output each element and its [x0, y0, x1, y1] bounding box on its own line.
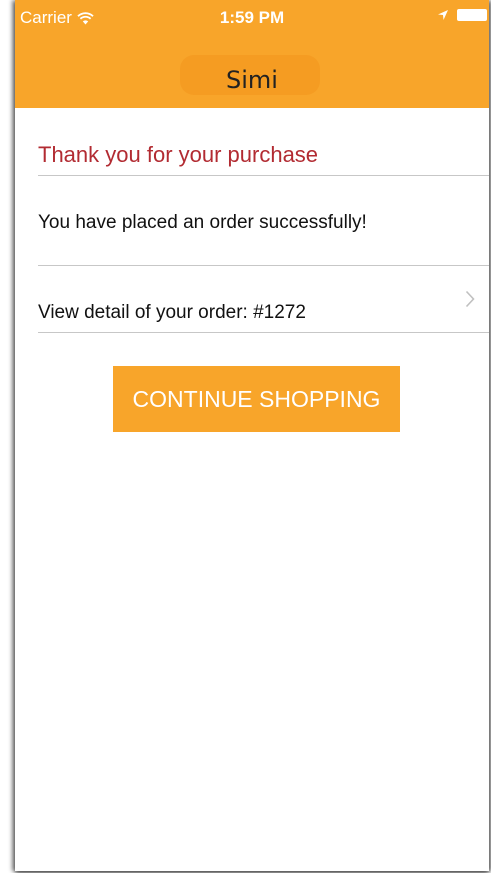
message-divider — [38, 265, 489, 266]
title-divider — [38, 175, 489, 176]
app-screen: Carrier 1:59 PM Simi Thank you for your … — [15, 0, 489, 871]
success-message: You have placed an order successfully! — [38, 212, 367, 233]
battery-icon — [457, 9, 487, 21]
order-detail-label: View detail of your order: #1272 — [38, 302, 306, 323]
nav-title: Simi — [226, 66, 278, 94]
page-title: Thank you for your purchase — [38, 142, 319, 167]
status-time: 1:59 PM — [219, 8, 285, 27]
order-detail-row[interactable]: View detail of your order: #1272 — [38, 276, 489, 332]
header-bar: Carrier 1:59 PM Simi — [15, 0, 489, 108]
chevron-right-icon — [465, 290, 475, 308]
location-icon — [438, 10, 448, 20]
status-bar: Carrier 1:59 PM — [15, 0, 489, 36]
continue-shopping-button[interactable]: CONTINUE SHOPPING — [113, 366, 400, 432]
status-icons — [437, 9, 487, 21]
order-divider — [38, 332, 489, 333]
